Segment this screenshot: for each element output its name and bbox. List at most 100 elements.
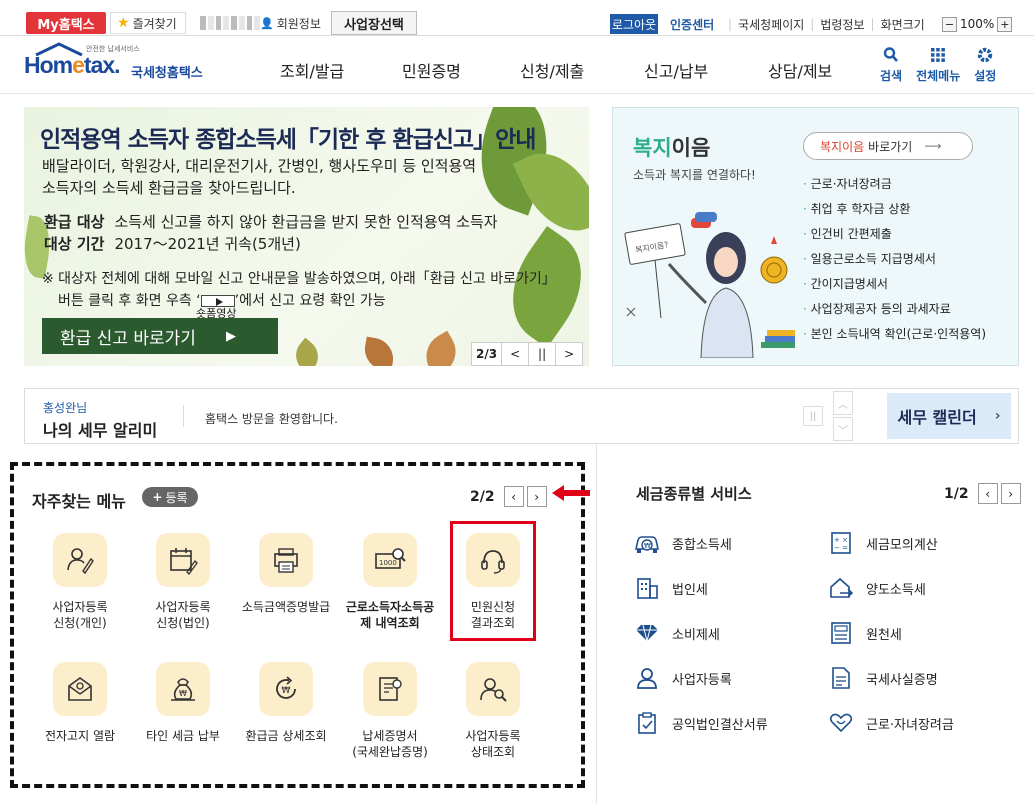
welfare-subtitle: 소득과 복지를 연결하다! xyxy=(633,168,756,182)
search-button[interactable]: 검색 xyxy=(880,46,902,84)
banner-pager: 2/3 < || > xyxy=(471,342,584,366)
certificate-icon xyxy=(363,662,417,716)
member-info-link[interactable]: 👤 회원정보 xyxy=(260,12,321,34)
banner-title: 인적용역 소득자 종합소득세「기한 후 환급신고」안내 xyxy=(40,127,536,153)
zoom-out-button[interactable]: − xyxy=(942,16,957,32)
welfare-shortcut-button[interactable]: 복지이음 바로가기 ⟶ xyxy=(803,132,973,160)
frequent-prev-button[interactable]: ‹ xyxy=(503,486,524,507)
nav-inquiry-issue[interactable]: 조회/발급 xyxy=(280,58,402,82)
welfare-item[interactable]: 인건비 간편제출 xyxy=(803,222,986,247)
tax-service-simulation[interactable]: + × − = 세금모의계산 xyxy=(828,530,938,556)
welfare-item[interactable]: 근로·자녀장려금 xyxy=(803,172,986,197)
cert-center-link[interactable]: 인증센터 xyxy=(670,14,714,34)
tax-service-withholding[interactable]: 원천세 xyxy=(828,620,902,646)
menu-earned-income-deduction[interactable]: 1000 근로소득자소득공 제 내역조회 xyxy=(340,533,440,631)
person-pen-icon xyxy=(53,533,107,587)
menu-biz-register-corporate[interactable]: 사업자등록 신청(법인) xyxy=(133,533,233,631)
nts-page-link[interactable]: 국세청페이지 xyxy=(738,16,804,33)
welfare-title-a: 복지 xyxy=(633,136,672,160)
note-text-b: ’에서 신고 요령 확인 가능 xyxy=(234,293,386,309)
welfare-button-suffix: 바로가기 xyxy=(868,139,913,154)
tax-calendar-button[interactable]: 세무 캘린더 › xyxy=(887,393,1011,439)
settings-button[interactable]: 설정 xyxy=(974,46,996,84)
search-label: 검색 xyxy=(880,69,903,83)
notifier-down-button[interactable]: ﹀ xyxy=(833,417,853,441)
menu-label: 근로소득자소득공 제 내역조회 xyxy=(345,600,435,630)
nav-application-submit[interactable]: 신청/제출 xyxy=(520,58,644,82)
logout-button[interactable]: 로그아웃 xyxy=(610,14,658,34)
tax-service-corporate[interactable]: 법인세 xyxy=(634,575,708,601)
tax-service-global-income[interactable]: ₩ 종합소득세 xyxy=(634,530,732,556)
all-menu-button[interactable]: 전체메뉴 xyxy=(916,46,960,84)
tax-service-transfer-income[interactable]: 양도소득세 xyxy=(828,575,926,601)
frequent-next-button[interactable]: › xyxy=(526,486,547,507)
grid-menu-icon xyxy=(931,48,946,62)
welfare-item[interactable]: 일용근로소득 지급명세서 xyxy=(803,247,986,272)
nav-consult-report[interactable]: 상담/제보 xyxy=(768,58,868,82)
menu-label: 사업자등록 신청(법인) xyxy=(155,600,211,630)
tax-service-fact-certificate[interactable]: 국세사실증명 xyxy=(828,665,938,691)
hometax-logo[interactable]: 안전한 납세서비스 Hometax. 국세청홈택스 xyxy=(24,42,214,84)
heart-hand-icon xyxy=(828,710,854,736)
frequent-menu-title: 자주찾는 메뉴 xyxy=(32,492,126,511)
banner-page-indicator: 2/3 xyxy=(472,343,501,365)
receipt-icon xyxy=(828,620,854,646)
svg-text:₩: ₩ xyxy=(282,686,291,696)
svg-text:₩: ₩ xyxy=(644,542,651,550)
add-menu-button[interactable]: + 등록 xyxy=(142,487,198,507)
welfare-item[interactable]: 간이지급명세서 xyxy=(803,272,986,297)
calendar-pen-icon xyxy=(156,533,210,587)
tax-services-prev-button[interactable]: ‹ xyxy=(977,483,998,504)
menu-tax-payment-certificate[interactable]: 납세증명서 (국세완납증명) xyxy=(340,662,440,760)
banner-pause-button[interactable]: || xyxy=(528,343,555,365)
menu-pay-others-tax[interactable]: ₩ 타인 세금 납부 xyxy=(133,662,233,744)
mail-icon xyxy=(53,662,107,716)
menu-biz-register-individual[interactable]: 사업자등록 신청(개인) xyxy=(30,533,130,631)
tax-service-consumption[interactable]: 소비제세 xyxy=(634,620,720,646)
car-won-icon: ₩ xyxy=(634,530,660,556)
welfare-item[interactable]: 사업장제공자 등의 과세자료 xyxy=(803,297,986,322)
welfare-item[interactable]: 본인 소득내역 확인(근로·인적용역) xyxy=(803,322,986,347)
zoom-in-button[interactable]: + xyxy=(997,16,1013,32)
banner-prev-button[interactable]: < xyxy=(501,343,528,365)
leaf-decoration xyxy=(417,330,465,366)
red-arrow-icon xyxy=(552,485,590,501)
clipboard-icon xyxy=(634,710,660,736)
welfare-item[interactable]: 취업 후 학자금 상환 xyxy=(803,197,986,222)
frequent-page-indicator: 2/2 xyxy=(470,488,495,505)
law-info-link[interactable]: 법령정보 xyxy=(820,16,864,33)
svg-text:1000: 1000 xyxy=(379,559,397,567)
business-select-button[interactable]: 사업장선택 xyxy=(331,11,417,35)
tax-service-label: 양도소득세 xyxy=(866,582,926,598)
nav-report-payment[interactable]: 신고/납부 xyxy=(644,58,768,82)
leaf-decoration xyxy=(288,337,326,366)
notifier-pause-button[interactable]: || xyxy=(803,406,823,426)
menu-label: 사업자등록 상태조회 xyxy=(465,729,521,759)
tax-services-next-button[interactable]: › xyxy=(1000,483,1021,504)
tax-services-pager: 1/2 ‹ › xyxy=(944,483,1021,504)
settings-label: 설정 xyxy=(974,69,997,83)
menu-e-notice-view[interactable]: 전자고지 열람 xyxy=(30,662,130,744)
banner-next-button[interactable]: > xyxy=(555,343,582,365)
svg-text:+ ×: + × xyxy=(834,536,848,544)
notifier-up-button[interactable]: ︿ xyxy=(833,391,853,415)
tax-service-earned-child-incentive[interactable]: 근로·자녀장려금 xyxy=(828,710,954,736)
note-text-a: 버튼 클릭 후 화면 우측 ‘ xyxy=(58,293,201,309)
menu-refund-detail[interactable]: ₩ 환급금 상세조회 xyxy=(236,662,336,744)
leaf-decoration xyxy=(361,336,397,366)
tax-service-business-registration[interactable]: 사업자등록 xyxy=(634,665,732,691)
person-icon: 👤 xyxy=(260,16,274,30)
tax-service-public-interest-settlement[interactable]: 공익법인결산서류 xyxy=(634,710,768,736)
menu-income-certificate[interactable]: 소득금액증명발급 xyxy=(236,533,336,615)
favorites-button[interactable]: ★ 즐겨찾기 xyxy=(110,12,186,34)
tax-service-label: 법인세 xyxy=(672,582,708,598)
plus-icon: + xyxy=(152,490,163,504)
person-icon xyxy=(634,665,660,691)
target-period-label: 대상 기간 xyxy=(44,235,105,253)
all-menu-label: 전체메뉴 xyxy=(916,69,961,83)
refund-report-shortcut-button[interactable]: 환급 신고 바로가기 ▶ xyxy=(42,318,278,354)
menu-biz-status-inquiry[interactable]: 사업자등록 상태조회 xyxy=(443,662,543,760)
my-hometax-button[interactable]: My홈택스 xyxy=(26,12,106,34)
nav-civil-certificate[interactable]: 민원증명 xyxy=(402,58,520,82)
notifier-title: 나의 세무 알리미 xyxy=(43,421,158,440)
